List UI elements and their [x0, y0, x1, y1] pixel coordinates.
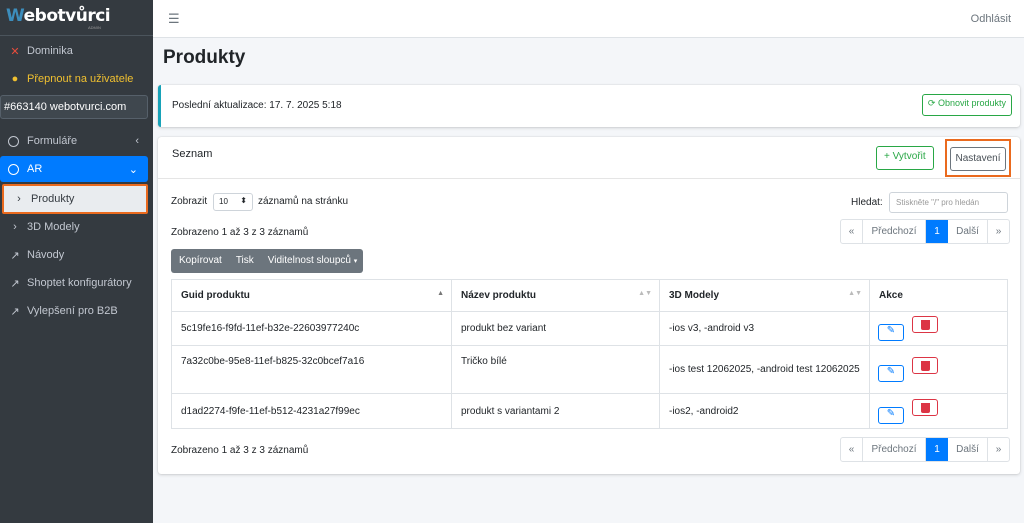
sidebar-item-ar[interactable]: AR ⌄ — [0, 156, 148, 182]
page-next-button[interactable]: Další — [948, 220, 988, 243]
circle-icon — [8, 135, 19, 147]
models-cell: -ios v3, -android v3 — [659, 311, 870, 346]
settings-button[interactable]: Nastavení — [950, 147, 1006, 171]
products-table: Guid produktu ▲ Název produktu ▲▼ 3D Model… — [171, 279, 1008, 429]
edit-icon: ✎ — [886, 366, 896, 377]
page-last-button[interactable]: » — [988, 220, 1009, 243]
external-link-icon: ↗ — [10, 249, 20, 262]
card-title: Seznam — [172, 148, 213, 160]
name-cell: Tričko bílé — [451, 345, 660, 394]
name-cell: produkt bez variant — [451, 311, 660, 346]
page-prev-button[interactable]: Předchozí — [863, 220, 926, 243]
page-title: Produkty — [163, 47, 246, 68]
print-button[interactable]: Tisk — [228, 249, 260, 273]
column-visibility-button[interactable]: Viditelnost sloupců ▾ — [260, 249, 364, 273]
user-icon: ● — [11, 73, 19, 85]
models-cell: -ios2, -android2 — [659, 393, 870, 429]
page-1-button[interactable]: 1 — [926, 438, 948, 461]
actions-cell: ✎ — [869, 393, 1008, 429]
pagination-top: « Předchozí 1 Další » — [840, 219, 1010, 244]
edit-button[interactable]: ✎ — [878, 406, 904, 424]
switch-user-item[interactable]: ● Přepnout na uživatele — [0, 66, 153, 92]
trash-icon — [921, 320, 930, 330]
refresh-products-button[interactable]: ⟳ Obnovit produkty — [921, 94, 1012, 116]
sidebar-item-products[interactable]: › Produkty — [2, 184, 148, 214]
brand-logo[interactable]: Webotvůrci ADMIN — [0, 0, 153, 36]
select-arrows-icon: ⬍ — [240, 196, 247, 205]
delete-button[interactable] — [912, 398, 938, 416]
sort-icon: ▲▼ — [848, 290, 862, 297]
actions-cell: ✎ — [869, 311, 1008, 346]
last-update-text: Poslední aktualizace: 17. 7. 2025 5:18 — [172, 100, 342, 111]
product-list-card: Seznam + Vytvořit Nastavení Zobrazit 10 … — [158, 137, 1020, 474]
page-1-button[interactable]: 1 — [926, 220, 948, 243]
search-label: Hledat: — [851, 197, 883, 208]
trash-icon — [921, 361, 930, 371]
sort-icon: ▲▼ — [638, 290, 652, 297]
sort-asc-icon: ▲ — [437, 290, 444, 297]
show-label: Zobrazit — [171, 196, 208, 207]
chevron-down-icon: ⌄ — [128, 163, 138, 176]
table-row: 7a32c0be-95e8-11ef-b825-32c0bcef7a16 Tri… — [171, 345, 1008, 394]
sidebar-item-shoptet[interactable]: ↗ Shoptet konfigurátory — [0, 270, 153, 296]
chevron-right-icon: › — [17, 193, 21, 205]
guid-cell: 7a32c0be-95e8-11ef-b825-32c0bcef7a16 — [171, 345, 452, 394]
account-select[interactable]: #663140 webotvurci.com — [0, 95, 148, 119]
guid-cell: 5c19fe16-f9fd-11ef-b32e-22603977240c — [171, 311, 452, 346]
caret-down-icon: ▾ — [353, 258, 358, 265]
actions-cell: ✎ — [869, 345, 1008, 394]
page-next-button[interactable]: Další — [948, 438, 988, 461]
create-button[interactable]: + Vytvořit — [876, 146, 934, 170]
delete-button[interactable] — [912, 357, 938, 374]
logout-link[interactable]: Odhlásit — [971, 13, 1011, 25]
card-header: Seznam + Vytvořit Nastavení — [158, 137, 1020, 179]
external-link-icon: ↗ — [10, 305, 20, 318]
edit-button[interactable]: ✎ — [878, 324, 904, 341]
records-info: Zobrazeno 1 až 3 z 3 záznamů — [171, 227, 309, 238]
table-row: 5c19fe16-f9fd-11ef-b32e-22603977240c pro… — [171, 311, 1008, 346]
external-link-icon: ↗ — [10, 277, 20, 290]
column-header-3d-models[interactable]: 3D Modely ▲▼ — [659, 279, 870, 312]
column-header-guid[interactable]: Guid produktu ▲ — [171, 279, 452, 312]
per-page-select[interactable]: 10 ⬍ — [213, 193, 253, 211]
models-cell: -ios test 12062025, -android test 120620… — [659, 345, 870, 394]
circle-icon — [8, 163, 19, 175]
search-input[interactable]: Stiskněte "/" pro hledán — [889, 192, 1008, 213]
copy-button[interactable]: Kopírovat — [171, 249, 228, 273]
page-first-button[interactable]: « — [841, 438, 863, 461]
user-item[interactable]: ✕ Dominika — [0, 38, 153, 64]
per-page-label: záznamů na stránku — [258, 196, 349, 207]
chevron-left-icon: ‹ — [135, 135, 139, 147]
trash-icon — [921, 402, 930, 413]
sidebar-item-guides[interactable]: ↗ Návody — [0, 242, 153, 268]
name-cell: produkt s variantami 2 — [451, 393, 660, 429]
refresh-icon: ⟳ — [927, 98, 936, 108]
page-prev-button[interactable]: Předchozí — [863, 438, 926, 461]
column-header-actions: Akce — [869, 279, 1008, 312]
chevron-right-icon: › — [13, 221, 17, 233]
edit-icon: ✎ — [886, 325, 896, 336]
records-info-bottom: Zobrazeno 1 až 3 z 3 záznamů — [171, 445, 309, 456]
sidebar-item-3d-models[interactable]: › 3D Modely — [0, 214, 153, 240]
settings-highlight: Nastavení — [945, 139, 1011, 177]
table-toolbar: Kopírovat Tisk Viditelnost sloupců ▾ — [171, 249, 364, 273]
plus-icon: + — [884, 151, 890, 162]
table-row: d1ad2274-f9fe-11ef-b512-4231a27f99ec pro… — [171, 393, 1008, 429]
edit-icon: ✎ — [886, 407, 896, 419]
guid-cell: d1ad2274-f9fe-11ef-b512-4231a27f99ec — [171, 393, 452, 429]
delete-button[interactable] — [912, 316, 938, 333]
hamburger-menu-icon[interactable]: ☰ — [168, 11, 180, 27]
sidebar: Webotvůrci ADMIN ✕ Dominika ● Přepnout n… — [0, 0, 153, 523]
pagination-bottom: « Předchozí 1 Další » — [840, 437, 1010, 462]
page-first-button[interactable]: « — [841, 220, 863, 243]
user-tools-icon: ✕ — [10, 45, 20, 58]
sidebar-item-forms[interactable]: Formuláře ‹ — [0, 128, 153, 154]
page-last-button[interactable]: » — [988, 438, 1009, 461]
sidebar-item-b2b[interactable]: ↗ Vylepšení pro B2B — [0, 298, 153, 324]
update-card: Poslední aktualizace: 17. 7. 2025 5:18 ⟳… — [158, 85, 1020, 127]
edit-button[interactable]: ✎ — [878, 365, 904, 382]
column-header-name[interactable]: Název produktu ▲▼ — [451, 279, 660, 312]
top-navbar: ☰ Odhlásit — [153, 0, 1024, 38]
